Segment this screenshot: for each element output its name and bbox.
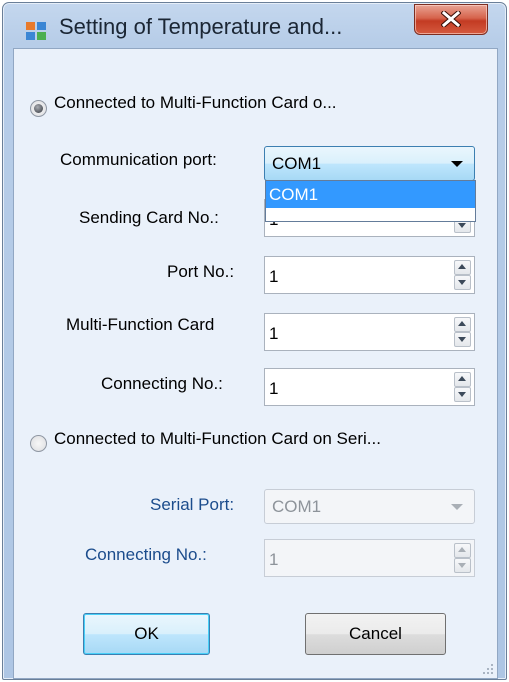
spin-up-button [454, 543, 471, 558]
dialog-window: Setting of Temperature and... Connected … [2, 2, 507, 680]
title-bar[interactable]: Setting of Temperature and... [3, 3, 506, 47]
spin-down-button[interactable] [454, 387, 471, 402]
serial-connecting-no-value: 1 [269, 550, 279, 569]
cancel-button[interactable]: Cancel [305, 613, 446, 655]
radio-serial-port-label[interactable]: Connected to Multi-Function Card on Seri… [54, 429, 381, 449]
radio-multi-function-card-label[interactable]: Connected to Multi-Function Card o... [54, 93, 337, 113]
close-button[interactable] [414, 4, 488, 35]
close-icon [441, 11, 461, 27]
spin-down-button [454, 558, 471, 573]
port-no-value[interactable]: 1 [269, 267, 278, 287]
connecting-no-label: Connecting No.: [101, 374, 223, 393]
port-no-spinner[interactable]: 1 [264, 256, 475, 294]
spin-up-button[interactable] [454, 317, 471, 332]
connecting-no-spinner[interactable]: 1 [264, 368, 475, 406]
multi-function-card-label: Multi-Function Card [66, 315, 215, 334]
dialog-body: Connected to Multi-Function Card o... Co… [13, 48, 498, 679]
resize-grip-icon[interactable] [482, 663, 494, 675]
communication-port-select[interactable]: COM1 [264, 146, 475, 181]
dropdown-option-com1[interactable]: COM1 [266, 181, 475, 208]
spin-down-button[interactable] [454, 332, 471, 347]
serial-connecting-no-spinner: 1 [264, 539, 475, 577]
port-no-label: Port No.: [167, 262, 235, 281]
multi-function-card-spinner[interactable]: 1 [264, 313, 475, 351]
window-title: Setting of Temperature and... [59, 14, 343, 39]
ok-button[interactable]: OK [83, 613, 210, 655]
communication-port-dropdown: COM1 [265, 180, 476, 222]
spin-up-button[interactable] [454, 372, 471, 387]
sending-card-label: Sending Card No.: [79, 208, 219, 227]
serial-connecting-no-label: Connecting No.: [85, 545, 207, 564]
serial-port-value: COM1 [272, 497, 322, 516]
app-icon [26, 22, 46, 40]
serial-port-select: COM1 [264, 489, 475, 524]
serial-port-label: Serial Port: [150, 495, 235, 514]
communication-port-value: COM1 [272, 154, 322, 173]
communication-port-label: Communication port: [60, 150, 217, 169]
chevron-down-icon [451, 504, 463, 510]
radio-multi-function-card[interactable] [30, 100, 47, 117]
multi-function-card-value[interactable]: 1 [269, 324, 278, 344]
radio-selected-dot [34, 104, 43, 113]
chevron-down-icon [451, 161, 463, 167]
connecting-no-value[interactable]: 1 [269, 379, 278, 399]
spin-down-button[interactable] [454, 275, 471, 290]
radio-serial-port[interactable] [30, 435, 47, 452]
spin-up-button[interactable] [454, 260, 471, 275]
